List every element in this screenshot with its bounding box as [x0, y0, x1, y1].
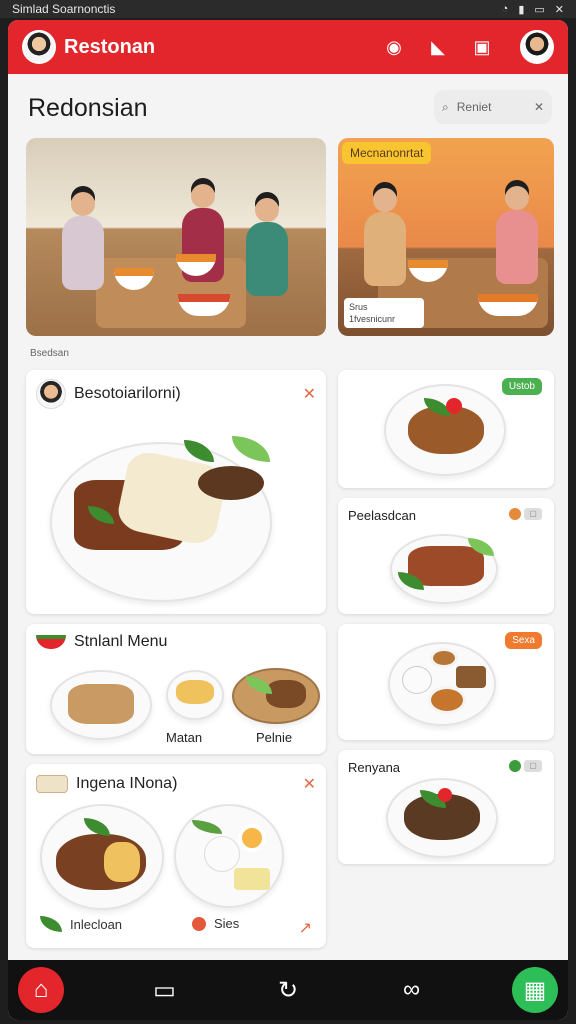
egg — [238, 824, 266, 852]
wifi-icon: ◔ — [501, 2, 509, 15]
hero-restaurant-image-1[interactable] — [26, 138, 326, 336]
rice-mound — [204, 836, 240, 872]
yellow-curry — [176, 680, 214, 704]
card-title: Ingena INona) — [76, 775, 178, 792]
app-actions: ◉ ◣ ▣ — [382, 30, 554, 64]
grilled-eggplant — [198, 466, 264, 500]
tomato-icon — [192, 916, 206, 931]
rating-subtitle: 1fvesnicunr — [349, 314, 396, 324]
search-box[interactable]: ⌕ Reniet ✕ — [434, 90, 552, 124]
leaf-icon — [40, 916, 62, 932]
pickles — [234, 868, 270, 890]
clear-icon[interactable]: ✕ — [534, 100, 544, 114]
omelette — [104, 842, 140, 882]
rating-pill: ▢ — [509, 508, 542, 520]
dish-label: Matan — [166, 730, 203, 745]
dish-tag: Ustob — [501, 378, 542, 395]
close-icon: ✕ — [554, 3, 564, 16]
sauce-bowl — [430, 648, 458, 668]
tomato — [438, 788, 452, 802]
flag-icon[interactable]: ▣ — [470, 35, 494, 59]
card-title: Besotoiarilorni) — [74, 385, 181, 402]
send-icon[interactable]: ◣ — [426, 35, 450, 59]
page-title: Redonsian — [28, 94, 148, 122]
footer-label-right: Sies — [214, 916, 240, 931]
close-icon[interactable]: ✕ — [303, 774, 316, 794]
rating-title: Srus — [349, 302, 368, 312]
section-label: Bsedsan — [30, 348, 69, 359]
dish-card-sate[interactable]: Peelasdcan ▢ — [338, 498, 554, 614]
home-icon[interactable]: ⌂ — [18, 967, 64, 1013]
rating-card: Srus 1fvesnicunr — [344, 298, 424, 328]
standard-menu-card[interactable]: Stnlanl Menu Matan Pelnie — [26, 624, 326, 754]
tempeh — [456, 666, 486, 688]
dish-tag: Sexa — [505, 632, 542, 649]
diner — [246, 198, 288, 296]
rendang — [266, 680, 306, 708]
refresh-icon[interactable]: ↻ — [265, 967, 311, 1013]
card-header: Besotoiarilorni) ✕ — [26, 370, 326, 418]
card-header: Ingena INona) ✕ — [26, 764, 326, 804]
dish-card-sambal[interactable]: Sexa — [338, 624, 554, 740]
count-box-icon: ▢ — [524, 508, 542, 520]
diner — [496, 186, 538, 284]
search-icon: ⌕ — [442, 99, 449, 114]
dish-label: Renyana — [348, 760, 401, 775]
curry-bowl — [428, 686, 466, 714]
card-icon[interactable]: ▭ — [142, 967, 188, 1013]
green-dot-icon — [509, 760, 521, 772]
edit-icon[interactable]: ↗ — [299, 918, 312, 938]
card-footer-left: Inlecloan — [40, 916, 122, 932]
garnish-leaf — [232, 436, 270, 462]
record-icon[interactable]: ◉ — [382, 35, 406, 59]
footer-label-left: Inlecloan — [70, 916, 123, 932]
card-footer-right: Sies — [192, 916, 239, 931]
avatar — [36, 379, 66, 409]
close-icon[interactable]: ✕ — [303, 384, 316, 404]
orange-dot-icon — [509, 508, 521, 520]
card-title: Stnlanl Menu — [74, 633, 168, 650]
restaurant-card-secondary[interactable]: Ingena INona) ✕ Inlecloan Sies ↗ — [26, 764, 326, 948]
restaurant-card-featured[interactable]: Besotoiarilorni) ✕ — [26, 370, 326, 614]
menu-icon — [36, 775, 68, 793]
status-text: Simlad Soarnonctis — [12, 2, 116, 16]
rating-pill: ▢ — [509, 760, 542, 772]
food-bowl — [478, 294, 538, 316]
diner — [62, 192, 104, 290]
dish-card-vegetables[interactable]: Renyana ▢ — [338, 750, 554, 864]
dish-label: Pelnie — [256, 730, 293, 745]
app-title: Restonan — [64, 35, 156, 58]
link-icon[interactable]: ∞ — [389, 967, 435, 1013]
battery-icon: ▭ — [534, 3, 545, 16]
diner — [364, 188, 406, 286]
card-header: Stnlanl Menu — [26, 624, 326, 660]
satay-dish — [68, 684, 134, 724]
signal-icon: ▮ — [518, 3, 525, 16]
app-window: Restonan ◉ ◣ ▣ Redonsian ⌕ Reniet ✕ Mecn… — [8, 20, 568, 1020]
dish-label: Peelasdcan — [348, 508, 416, 523]
user-avatar[interactable] — [520, 30, 554, 64]
status-bar: Simlad Soarnonctis ◔ ▮ ▭ ✕ — [0, 0, 576, 18]
rice-cup — [402, 666, 432, 694]
profile-avatar[interactable] — [22, 30, 56, 64]
grid-icon[interactable]: ▦ — [512, 967, 558, 1013]
status-icons: ◔ ▮ ▭ ✕ — [502, 3, 564, 16]
bottom-nav: ⌂ ▭ ↻ ∞ ▦ — [8, 960, 568, 1020]
dish-card-noodles[interactable]: Ustob — [338, 370, 554, 488]
count-box-icon: ▢ — [524, 760, 542, 772]
promo-badge: Mecnanonrtat — [342, 142, 432, 164]
tomato — [446, 398, 462, 414]
bowl-icon — [36, 635, 66, 649]
search-input[interactable]: Reniet — [457, 100, 526, 114]
app-bar: Restonan ◉ ◣ ▣ — [8, 20, 568, 74]
hero-restaurant-image-2[interactable]: Mecnanonrtat Srus 1fvesnicunr — [338, 138, 554, 336]
